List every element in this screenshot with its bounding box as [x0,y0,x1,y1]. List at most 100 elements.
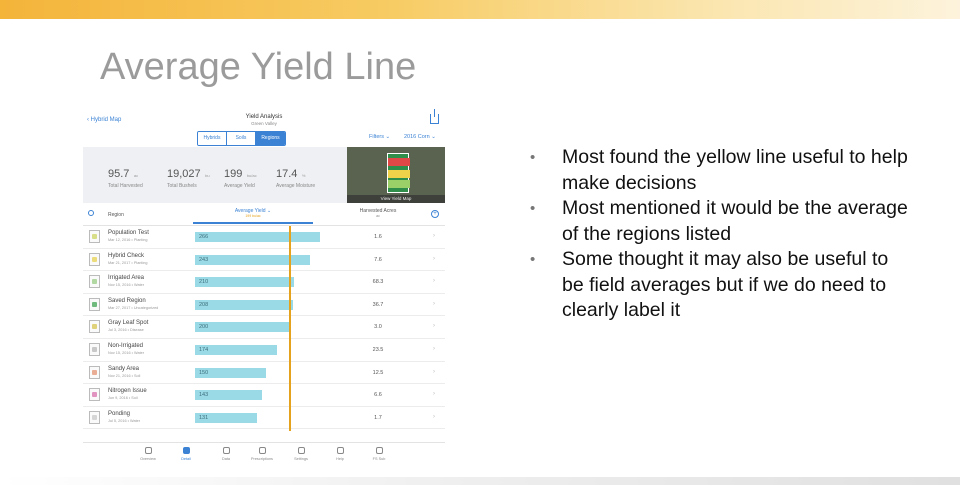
tab-label: Prescriptions [251,457,273,461]
region-row[interactable]: Population Test Mar 12, 2016 • Planting 26… [83,226,445,249]
yield-value: 200 [199,324,209,331]
bullet-item: • Most mentioned it would be the average … [530,196,910,247]
harvested-acres-value: 12.5 [372,369,384,376]
share-icon[interactable] [430,109,439,124]
add-region-icon[interactable]: + [431,210,439,218]
bullet-text: Some thought it may also be useful to be… [562,248,889,321]
region-meta: Mar 12, 2016 • Planting [108,238,148,242]
region-name: Irrigated Area [108,275,145,282]
average-yield-subtitle: 199 bu/ac [245,214,261,218]
chevron-right-icon: › [433,345,435,352]
region-shape-icon [89,410,100,424]
harvested-acres-value: 68.3 [372,279,384,286]
crop-dropdown[interactable]: 2016 Corn ⌄ [404,134,436,140]
region-row[interactable]: Irrigated Area Nov 15, 2016 • Water 210 68.… [83,271,445,294]
tab-icon [144,447,152,454]
region-row[interactable]: Nitrogen Issue Jun 9, 2016 • Soil 143 6.6 › [83,384,445,407]
region-row[interactable]: Sandy Area Nov 21, 2016 • Soil 150 12.5 › [83,362,445,385]
tab-icon [222,447,230,454]
region-row[interactable]: Saved Region Mar 27, 2017 • Uncategorized… [83,294,445,317]
yield-value: 143 [199,392,209,399]
bullet-list: • Most found the yellow line useful to he… [530,145,910,324]
stat-total-bushels: 19,027 bu Total Bushels [167,164,210,189]
crop-label: 2016 Corn [404,134,430,140]
yield-value: 266 [199,234,209,240]
tab-data[interactable]: Data [209,447,243,461]
region-shape-icon [89,252,100,266]
region-name: Ponding [108,410,131,417]
segment-regions[interactable]: Regions [256,132,285,145]
tab-label: Help [336,457,344,461]
region-row[interactable]: Hybrid Check Mar 21, 2017 • Planting 243 7.… [83,249,445,272]
yield-value: 210 [199,279,209,286]
bullet-dot-icon: • [530,200,536,217]
bullet-dot-icon: • [530,251,536,268]
harvested-acres-value: 1.7 [374,414,382,421]
region-name: Nitrogen Issue [108,388,147,395]
chevron-right-icon: › [433,300,435,307]
yield-map-thumbnail[interactable]: View Yield Map [347,147,445,203]
harvested-unit: ac [376,214,380,218]
search-icon[interactable] [88,210,94,216]
tab-prescriptions[interactable]: Prescriptions [245,447,279,461]
region-shape-icon [89,342,100,356]
region-row[interactable]: Gray Leaf Spot Jul 3, 2016 • Disease 200 3.… [83,316,445,339]
map-band [388,170,410,178]
stat-value: 95.7 [108,168,130,180]
map-band [388,158,410,166]
tab-label: Detail [181,457,191,461]
tab-label: Data [221,457,231,461]
segmented-control: Hybrids Soils Regions [197,131,286,146]
harvested-acres-value: 3.0 [374,324,382,331]
page-subtitle: Green Valley [251,121,277,126]
region-shape-icon [89,275,100,289]
slide-bottom-band [0,477,960,485]
list-header: Region Average Yield ⌄ 199 bu/ac Harvest… [83,204,445,226]
region-meta: Nov 21, 2016 • Soil [108,373,141,378]
region-meta: Nov 15, 2016 • Water [108,283,145,288]
chevron-down-icon: ⌄ [385,134,391,140]
tab-overview[interactable]: Overview [131,447,165,461]
region-name: Population Test [108,230,149,236]
yield-bar [195,277,294,288]
tab-fs-sub[interactable]: FS Sub [362,447,396,461]
bullet-text: Most found the yellow line useful to hel… [562,146,908,194]
stat-value: 17.4 [276,168,298,180]
tab-icon [375,447,383,454]
tab-settings[interactable]: Settings [284,447,318,461]
tab-icon [297,447,305,454]
segment-soils[interactable]: Soils [227,132,256,145]
stat-label: Average Moisture [276,183,316,189]
region-shape-icon [89,365,100,379]
yield-bar [195,254,310,265]
slide-title: Average Yield Line [100,46,417,88]
filters-dropdown[interactable]: Filters ⌄ [369,134,390,140]
tab-detail[interactable]: Detail [169,447,203,461]
tab-icon [258,447,266,454]
view-yield-map-label[interactable]: View Yield Map [347,195,445,203]
column-region[interactable]: Region [108,212,124,218]
stat-value: 199 [224,168,243,180]
active-sort-underline [193,222,313,224]
harvested-acres-value: 6.6 [374,392,382,399]
harvested-acres-value: 23.5 [372,346,384,353]
yield-bar [195,322,289,333]
region-row[interactable]: Non-Irrigated Nov 15, 2016 • Water 174 23.5… [83,339,445,362]
tab-help[interactable]: Help [323,447,357,461]
region-row[interactable]: Ponding Jul 5, 2016 • Water 131 1.7 › [83,407,445,430]
yield-value: 208 [199,301,209,308]
stat-total-harvested: 95.7 ac Total Harvested [108,164,143,189]
chevron-right-icon: › [433,391,435,398]
chevron-right-icon: › [433,255,435,262]
nav-bar: ‹ Hybrid Map Yield Analysis Green Valley [83,108,445,130]
region-shape-icon [89,320,100,334]
region-shape-icon [89,388,100,402]
segment-hybrids[interactable]: Hybrids [198,132,227,145]
region-name: Hybrid Check [108,252,145,259]
tab-icon [182,447,190,454]
region-meta: Jul 3, 2016 • Disease [108,328,144,333]
yield-value: 131 [199,414,209,421]
harvested-acres-value: 36.7 [372,301,384,308]
region-meta: Mar 27, 2017 • Uncategorized [108,305,159,310]
region-meta: Nov 15, 2016 • Water [108,350,145,355]
